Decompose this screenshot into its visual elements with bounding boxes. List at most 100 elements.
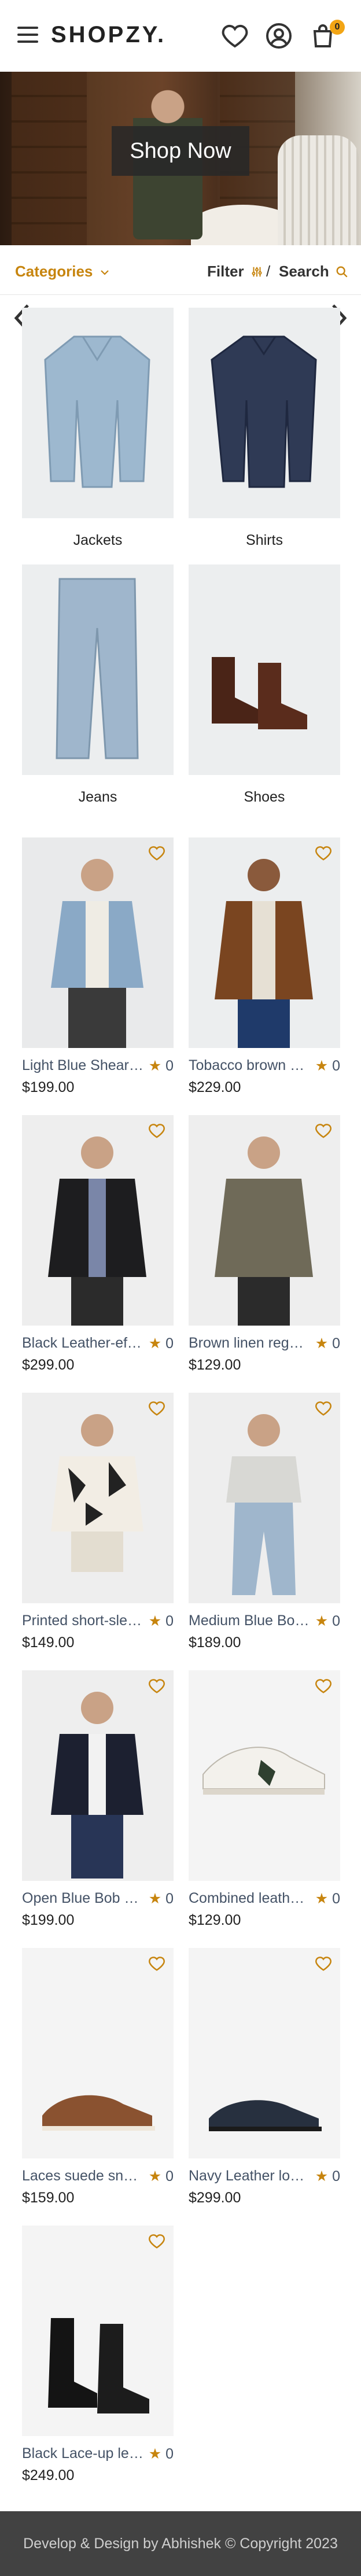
category-image: [189, 308, 340, 518]
star-icon: ★: [315, 1613, 329, 1629]
product-name[interactable]: Light Blue Shearling-lined denim jacket: [22, 1057, 143, 1074]
favorite-heart-icon[interactable]: [315, 1677, 332, 1695]
product-image[interactable]: [22, 837, 174, 1048]
product-card[interactable]: Brown linen regular-fit shirt ★ 0 $129.0…: [189, 1115, 340, 1373]
brand-logo[interactable]: SHOPZY.: [51, 22, 166, 48]
product-image[interactable]: [22, 1115, 174, 1326]
product-price: $189.00: [189, 1634, 241, 1651]
product-card[interactable]: Black Leather-effect jacket ★ 0 $299.00: [22, 1115, 174, 1373]
filter-button[interactable]: Filter: [207, 263, 263, 281]
filter-label: Filter: [207, 263, 244, 280]
product-image[interactable]: [189, 1115, 340, 1326]
categories-dropdown[interactable]: Categories: [15, 263, 110, 281]
product-name[interactable]: Navy Leather loafers: [189, 2168, 310, 2184]
product-rating: ★ 0: [315, 2168, 340, 2185]
favorite-heart-icon[interactable]: [148, 2232, 165, 2250]
product-price: $199.00: [22, 1912, 75, 1928]
favorite-heart-icon[interactable]: [315, 1400, 332, 1417]
favorite-heart-icon[interactable]: [315, 1122, 332, 1139]
product-card[interactable]: Black Lace-up leather boots ★ 0 $249.00: [22, 2226, 174, 2483]
search-button[interactable]: Search: [279, 263, 348, 281]
product-name[interactable]: Medium Blue Bootcut jeans: [189, 1612, 310, 1629]
filter-bar: Categories Filter / Search: [0, 245, 361, 295]
category-card-jeans[interactable]: Jeans: [22, 564, 174, 806]
favorite-heart-icon[interactable]: [315, 844, 332, 862]
product-card[interactable]: Tobacco brown corduroy overshirt ★ 0 $22…: [189, 837, 340, 1095]
product-card[interactable]: Open Blue Bob suit jacket ★ 0 $199.00: [22, 1670, 174, 1928]
categories-label: Categories: [15, 263, 93, 280]
product-name[interactable]: Laces suede sneakers: [22, 2168, 143, 2184]
product-name[interactable]: Printed short-sleeved shirt: [22, 1612, 143, 1629]
category-card-shoes[interactable]: Shoes: [189, 564, 340, 806]
favorite-heart-icon[interactable]: [148, 1122, 165, 1139]
user-account-icon[interactable]: [265, 22, 293, 50]
star-icon: ★: [315, 2168, 329, 2184]
product-price: $149.00: [22, 1634, 75, 1651]
product-name[interactable]: Tobacco brown corduroy overshirt: [189, 1057, 310, 1074]
product-name[interactable]: Black Lace-up leather boots: [22, 2445, 143, 2462]
product-name[interactable]: Open Blue Bob suit jacket: [22, 1890, 143, 1907]
shop-now-button[interactable]: Shop Now: [112, 126, 249, 176]
rating-value: 0: [165, 1058, 174, 1074]
star-icon: ★: [148, 1335, 162, 1352]
product-rating: ★ 0: [315, 1890, 340, 1907]
product-image[interactable]: [22, 1670, 174, 1881]
star-icon: ★: [148, 1613, 162, 1629]
product-price: $129.00: [189, 1912, 241, 1928]
category-label: Shoes: [244, 789, 285, 805]
product-image[interactable]: [189, 1393, 340, 1603]
chevron-down-icon: [100, 270, 109, 275]
product-price: $129.00: [189, 1357, 241, 1373]
favorite-heart-icon[interactable]: [148, 1677, 165, 1695]
rating-value: 0: [332, 1058, 340, 1074]
product-image[interactable]: [189, 837, 340, 1048]
product-image[interactable]: [189, 1670, 340, 1881]
rating-value: 0: [165, 1335, 174, 1352]
product-price: $249.00: [22, 2467, 75, 2483]
favorite-heart-icon[interactable]: [148, 1400, 165, 1417]
site-footer: Develop & Design by Abhishek © Copyright…: [0, 2511, 361, 2576]
hamburger-menu-icon[interactable]: [17, 27, 38, 44]
category-card-shirts[interactable]: Shirts: [189, 308, 340, 549]
product-price: $159.00: [22, 2190, 75, 2206]
product-rating: ★ 0: [149, 1057, 174, 1075]
product-card[interactable]: Medium Blue Bootcut jeans ★ 0 $189.00: [189, 1393, 340, 1651]
product-rating: ★ 0: [149, 1890, 174, 1907]
product-image[interactable]: [22, 1948, 174, 2158]
product-name[interactable]: Black Leather-effect jacket: [22, 1335, 143, 1352]
hero-banner: Shop Now: [0, 72, 361, 245]
wishlist-heart-icon[interactable]: [221, 22, 249, 50]
product-rating: ★ 0: [149, 2445, 174, 2463]
product-name[interactable]: Combined leather sneakers: [189, 1890, 310, 1907]
product-image[interactable]: [22, 2226, 174, 2436]
search-icon: [336, 266, 348, 278]
product-image[interactable]: [22, 1393, 174, 1603]
product-price: $229.00: [189, 1079, 241, 1095]
product-name[interactable]: Brown linen regular-fit shirt: [189, 1335, 310, 1352]
category-label: Shirts: [246, 532, 283, 548]
rating-value: 0: [165, 2446, 174, 2462]
favorite-heart-icon[interactable]: [315, 1955, 332, 1972]
rating-value: 0: [165, 1891, 174, 1907]
product-rating: ★ 0: [315, 1612, 340, 1630]
category-label: Jeans: [78, 789, 117, 805]
product-card[interactable]: Light Blue Shearling-lined denim jacket …: [22, 837, 174, 1095]
favorite-heart-icon[interactable]: [148, 1955, 165, 1972]
star-icon: ★: [148, 2446, 162, 2462]
product-price: $299.00: [22, 1357, 75, 1373]
product-price: $199.00: [22, 1079, 75, 1095]
star-icon: ★: [315, 1058, 329, 1074]
product-image[interactable]: [189, 1948, 340, 2158]
favorite-heart-icon[interactable]: [148, 844, 165, 862]
search-label: Search: [279, 263, 329, 280]
product-card[interactable]: Printed short-sleeved shirt ★ 0 $149.00: [22, 1393, 174, 1651]
category-image: [189, 564, 340, 775]
product-card[interactable]: Combined leather sneakers ★ 0 $129.00: [189, 1670, 340, 1928]
product-card[interactable]: Navy Leather loafers ★ 0 $299.00: [189, 1948, 340, 2206]
rating-value: 0: [332, 1613, 340, 1629]
category-card-jackets[interactable]: Jackets: [22, 308, 174, 549]
filter-sliders-icon: [252, 267, 262, 277]
product-card[interactable]: Laces suede sneakers ★ 0 $159.00: [22, 1948, 174, 2206]
rating-value: 0: [332, 1891, 340, 1907]
star-icon: ★: [315, 1891, 329, 1907]
